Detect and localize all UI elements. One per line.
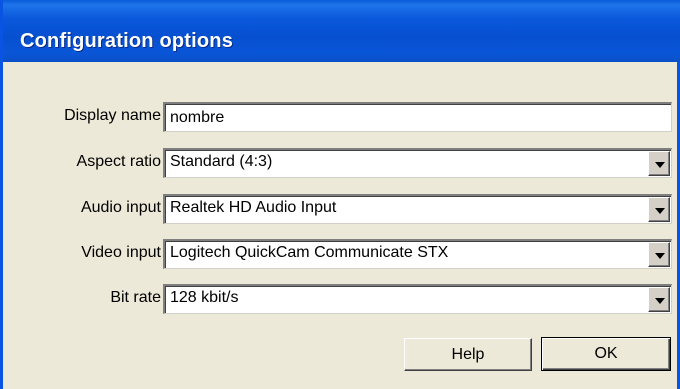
display-name-row: Display name bbox=[3, 102, 680, 132]
video-input-select[interactable]: Logitech QuickCam Communicate STX bbox=[163, 239, 672, 269]
display-name-input[interactable] bbox=[170, 107, 640, 129]
aspect-ratio-dropdown-button[interactable] bbox=[648, 151, 670, 176]
help-button[interactable]: Help bbox=[404, 338, 532, 371]
bit-rate-value: 128 kbit/s bbox=[170, 289, 239, 306]
video-input-value: Logitech QuickCam Communicate STX bbox=[170, 244, 449, 261]
bit-rate-select[interactable]: 128 kbit/s bbox=[163, 284, 672, 314]
bit-rate-row: Bit rate 128 kbit/s bbox=[3, 284, 680, 314]
audio-input-select[interactable]: Realtek HD Audio Input bbox=[163, 194, 672, 224]
title-bar[interactable]: Configuration options bbox=[3, 0, 680, 62]
video-input-dropdown-button[interactable] bbox=[648, 242, 670, 267]
aspect-ratio-label: Aspect ratio bbox=[76, 153, 161, 170]
aspect-ratio-row: Aspect ratio Standard (4:3) bbox=[3, 148, 680, 178]
audio-input-value: Realtek HD Audio Input bbox=[170, 199, 337, 216]
video-input-label: Video input bbox=[81, 244, 161, 261]
display-name-field[interactable] bbox=[163, 102, 672, 132]
chevron-down-icon bbox=[655, 162, 665, 168]
audio-input-label: Audio input bbox=[80, 199, 161, 216]
audio-input-dropdown-button[interactable] bbox=[648, 197, 670, 222]
aspect-ratio-value: Standard (4:3) bbox=[170, 153, 273, 170]
audio-input-row: Audio input Realtek HD Audio Input bbox=[3, 194, 680, 224]
config-dialog: Configuration options Display name Aspec… bbox=[0, 0, 680, 389]
ok-button[interactable]: OK bbox=[541, 337, 671, 371]
display-name-label: Display name bbox=[64, 107, 161, 124]
bit-rate-label: Bit rate bbox=[110, 289, 161, 306]
chevron-down-icon bbox=[655, 253, 665, 259]
chevron-down-icon bbox=[655, 298, 665, 304]
dialog-title: Configuration options bbox=[20, 30, 234, 52]
aspect-ratio-select[interactable]: Standard (4:3) bbox=[163, 148, 672, 178]
video-input-row: Video input Logitech QuickCam Communicat… bbox=[3, 239, 680, 269]
chevron-down-icon bbox=[655, 208, 665, 214]
bit-rate-dropdown-button[interactable] bbox=[648, 287, 670, 312]
